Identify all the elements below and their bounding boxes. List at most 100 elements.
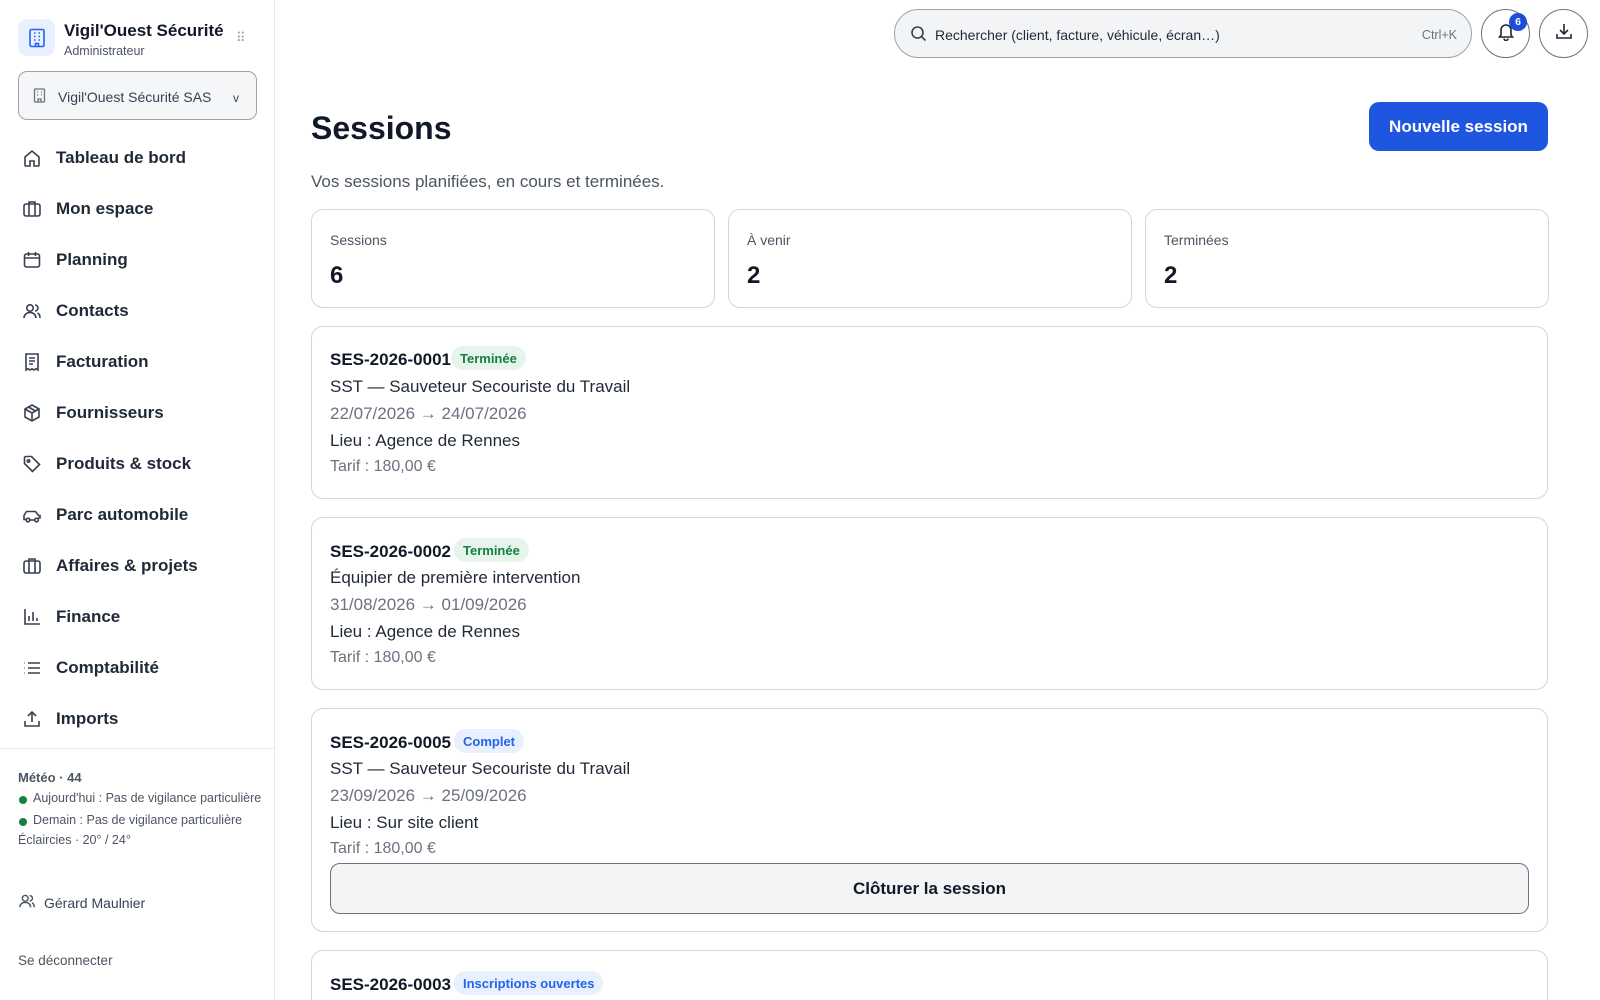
nav-label: Mon espace (56, 199, 154, 218)
briefcase-icon (22, 199, 42, 219)
logout-link[interactable]: Se déconnecter (18, 953, 113, 968)
weather-title: Météo · 44 (18, 770, 82, 785)
weather-tomorrow-text: Demain : Pas de vigilance particulière (33, 813, 243, 827)
calendar-icon (22, 250, 42, 270)
nav-item-mon-espace[interactable]: Mon espace (18, 189, 258, 229)
stat-value: 6 (330, 262, 344, 289)
page-title: Sessions (311, 110, 452, 146)
session-dates: 23/09/2026 → 25/09/2026 (330, 786, 527, 805)
nav-label: Parc automobile (56, 505, 189, 524)
nav-label: Finance (56, 607, 121, 626)
nav-item-affaires-projets[interactable]: Affaires & projets (18, 546, 258, 586)
session-id: SES-2026-0005 (330, 733, 451, 752)
close-session-button[interactable]: Clôturer la session (330, 863, 1529, 914)
sidebar-divider (0, 748, 275, 749)
upload-icon (22, 709, 42, 729)
nav-item-parc-automobile[interactable]: Parc automobile (18, 495, 258, 535)
search-icon (910, 25, 927, 47)
nav-label: Contacts (56, 301, 129, 320)
notification-badge: 6 (1509, 13, 1527, 31)
list-icon (22, 658, 42, 678)
session-card[interactable]: SES-2026-0002 Terminée Équipier de premi… (311, 517, 1548, 690)
organization-select[interactable]: Vigil'Ouest Sécurité SAS v (18, 71, 257, 120)
session-title: SST — Sauveteur Secouriste du Travail (330, 759, 631, 778)
building-icon (18, 19, 55, 56)
nav-item-planning[interactable]: Planning (18, 240, 258, 280)
nav-label: Tableau de bord (56, 148, 187, 167)
nav-label: Facturation (56, 352, 149, 371)
notifications-button[interactable]: 6 (1481, 9, 1530, 58)
search-input[interactable]: Rechercher (client, facture, véhicule, é… (894, 9, 1472, 58)
session-id: SES-2026-0001 (330, 350, 451, 369)
session-title: SST — Sauveteur Secouriste du Travail (330, 377, 631, 396)
brand-header: Vigil'Ouest Sécurité Administrateur ⠿ (18, 18, 268, 60)
stat-card-a-venir: À venir 2 (728, 209, 1132, 308)
receipt-icon (22, 352, 42, 372)
session-place: Lieu : Agence de Rennes (330, 431, 520, 450)
status-dot (19, 818, 27, 826)
nav-item-produits-stock[interactable]: Produits & stock (18, 444, 258, 484)
user-icon (18, 892, 44, 913)
nav-item-finance[interactable]: Finance (18, 597, 258, 637)
current-user[interactable]: Gérard Maulnier (18, 892, 145, 913)
briefcase-icon (22, 556, 42, 576)
tag-icon (22, 454, 42, 474)
session-title: Équipier de première intervention (330, 568, 581, 587)
weather-sky: Éclaircies · 20° / 24° (18, 833, 131, 847)
session-place: Lieu : Agence de Rennes (330, 622, 520, 641)
stat-value: 2 (1164, 262, 1178, 289)
grip-icon[interactable]: ⠿ (236, 30, 250, 46)
page-subtitle: Vos sessions planifiées, en cours et ter… (311, 172, 665, 191)
nav-label: Affaires & projets (56, 556, 198, 575)
stat-value: 2 (747, 262, 761, 289)
nav-item-fournisseurs[interactable]: Fournisseurs (18, 393, 258, 433)
weather-today: Aujourd'hui : Pas de vigilance particuli… (18, 790, 268, 807)
search-shortcut: Ctrl+K (1421, 28, 1457, 42)
session-card[interactable]: SES-2026-0003 Inscriptions ouvertes (311, 950, 1548, 1000)
new-session-button[interactable]: Nouvelle session (1369, 102, 1548, 151)
organization-label: Vigil'Ouest Sécurité SAS (58, 89, 212, 105)
brand-name: Vigil'Ouest Sécurité (64, 21, 224, 40)
session-dates: 31/08/2026 → 01/09/2026 (330, 595, 527, 614)
building-icon (33, 88, 46, 108)
stat-label: À venir (747, 232, 791, 248)
nav-label: Produits & stock (56, 454, 192, 473)
nav-item-contacts[interactable]: Contacts (18, 291, 258, 331)
session-price: Tarif : 180,00 € (330, 458, 436, 475)
session-card[interactable]: SES-2026-0005 Complet SST — Sauveteur Se… (311, 708, 1548, 932)
nav-label: Fournisseurs (56, 403, 164, 422)
nav-item-tableau-de-bord[interactable]: Tableau de bord (18, 138, 258, 178)
nav-item-imports[interactable]: Imports (18, 699, 258, 739)
nav-label: Planning (56, 250, 128, 269)
session-dates: 22/07/2026 → 24/07/2026 (330, 404, 527, 423)
weather-today-text: Aujourd'hui : Pas de vigilance particuli… (33, 791, 262, 805)
session-place: Lieu : Sur site client (330, 813, 479, 832)
user-name: Gérard Maulnier (44, 894, 146, 911)
status-badge: Inscriptions ouvertes (454, 971, 604, 995)
search-placeholder: Rechercher (client, facture, véhicule, é… (935, 27, 1220, 43)
nav-label: Comptabilité (56, 658, 159, 677)
car-icon (22, 505, 42, 525)
stat-label: Sessions (330, 232, 387, 248)
stat-card-sessions: Sessions 6 (311, 209, 715, 308)
users-icon (22, 301, 42, 321)
sidebar: Vigil'Ouest Sécurité Administrateur ⠿ Vi… (0, 0, 275, 1000)
status-badge: Terminée (454, 538, 529, 562)
stat-card-terminees: Terminées 2 (1145, 209, 1549, 308)
session-price: Tarif : 180,00 € (330, 840, 436, 857)
weather-widget: Météo · 44 Aujourd'hui : Pas de vigilanc… (18, 770, 268, 847)
nav-item-facturation[interactable]: Facturation (18, 342, 258, 382)
status-badge: Terminée (451, 346, 526, 370)
session-card[interactable]: SES-2026-0001 Terminée SST — Sauveteur S… (311, 326, 1548, 499)
status-dot (19, 796, 27, 804)
package-icon (22, 403, 42, 423)
weather-tomorrow: Demain : Pas de vigilance particulière (18, 812, 268, 829)
brand-role: Administrateur (64, 44, 145, 58)
bar-chart-icon (22, 607, 42, 627)
nav-label: Imports (56, 709, 119, 728)
session-price: Tarif : 180,00 € (330, 649, 436, 666)
home-icon (22, 148, 42, 168)
nav-item-comptabilite[interactable]: Comptabilité (18, 648, 258, 688)
download-button[interactable] (1539, 9, 1588, 58)
chevron-down-icon: v (233, 91, 239, 105)
